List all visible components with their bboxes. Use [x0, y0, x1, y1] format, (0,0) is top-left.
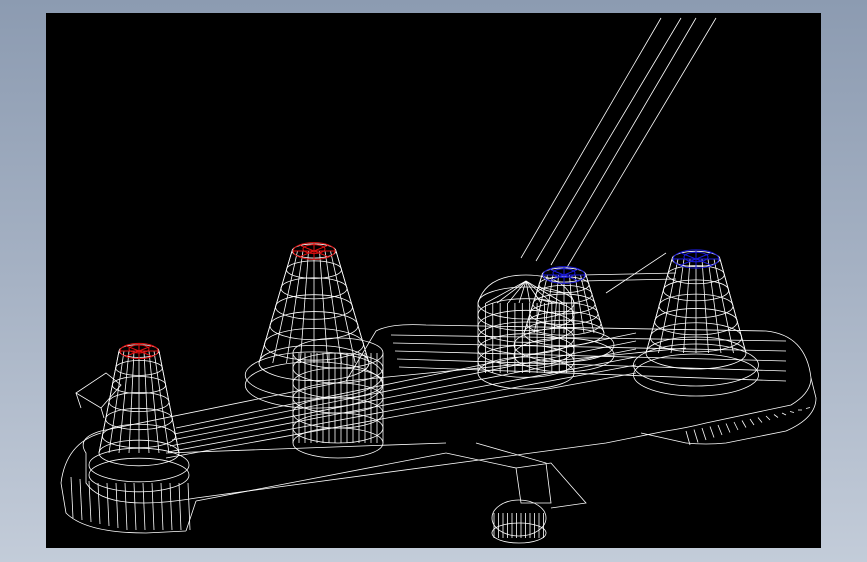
plate-accent	[165, 347, 687, 502]
hot-valve-left-cap	[119, 342, 159, 360]
lever-left	[75, 372, 122, 419]
hot-valve-center	[244, 243, 384, 409]
hot-valve-center-cap	[292, 242, 336, 260]
faucet-wireframe	[60, 17, 817, 544]
cold-valve-center-cap	[542, 266, 586, 284]
drain-stub	[445, 442, 587, 544]
mixer-body-center	[477, 286, 575, 390]
cold-valve-right-cap	[672, 249, 720, 269]
hot-valve-left	[88, 344, 190, 493]
valve-caps	[119, 242, 720, 360]
wireframe-lines	[60, 17, 817, 544]
cold-valve-right	[633, 250, 759, 397]
cad-viewport[interactable]	[46, 13, 821, 548]
